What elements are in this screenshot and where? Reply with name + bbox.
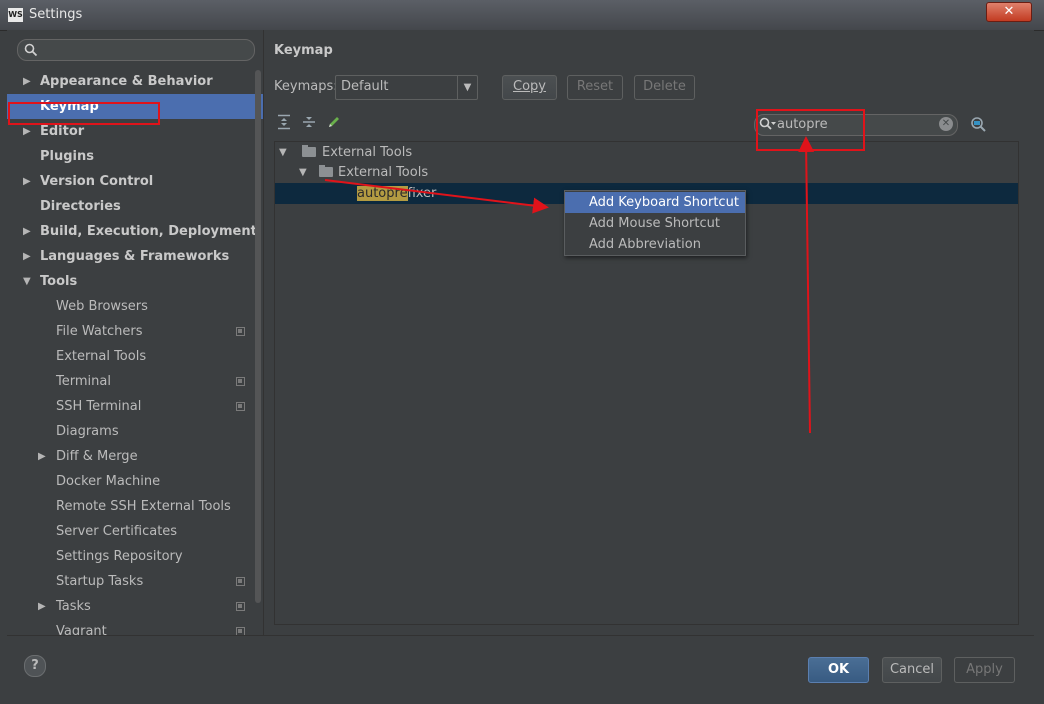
keymaps-label: Keymaps: xyxy=(274,79,338,94)
keymap-search-value: autopre xyxy=(777,117,828,132)
keymap-panel: Keymap Keymaps: Default ▼ Copy Reset Del… xyxy=(264,30,1034,635)
project-settings-icon xyxy=(236,377,245,386)
collapse-arrow-icon[interactable]: ▼ xyxy=(299,162,307,183)
tree-subgroup-external-tools[interactable]: ▼ External Tools xyxy=(299,162,599,183)
cancel-button[interactable]: Cancel xyxy=(882,657,942,683)
sidebar-item-tasks[interactable]: ▶ Tasks xyxy=(7,594,263,619)
expand-all-icon[interactable] xyxy=(276,114,292,130)
copy-button[interactable]: Copy xyxy=(502,75,557,100)
folder-icon xyxy=(302,145,316,157)
folder-icon xyxy=(319,165,333,177)
ok-button[interactable]: OK xyxy=(808,657,869,683)
chevron-down-icon[interactable]: ▼ xyxy=(457,76,477,99)
sidebar-item-appearance-behavior[interactable]: ▶ Appearance & Behavior xyxy=(7,69,263,94)
sidebar-item-build-execution-deployment[interactable]: ▶ Build, Execution, Deployment xyxy=(7,219,263,244)
project-settings-icon xyxy=(236,402,245,411)
keymap-select[interactable]: Default ▼ xyxy=(335,75,478,100)
settings-sidebar: ▶ Appearance & Behavior Keymap ▶ Editor … xyxy=(7,30,263,635)
webstorm-app-icon: WS xyxy=(8,8,23,22)
expand-arrow-icon[interactable]: ▶ xyxy=(23,219,31,244)
find-by-shortcut-icon[interactable] xyxy=(970,116,988,134)
sidebar-item-version-control[interactable]: ▶ Version Control xyxy=(7,169,263,194)
apply-button[interactable]: Apply xyxy=(954,657,1015,683)
search-options-icon[interactable] xyxy=(759,117,777,131)
context-menu: Add Keyboard Shortcut Add Mouse Shortcut… xyxy=(564,190,746,256)
tree-action-autoprefixer[interactable]: autoprefixer xyxy=(357,183,557,204)
settings-search-input[interactable] xyxy=(17,39,255,61)
help-button[interactable]: ? xyxy=(24,655,46,677)
title-bar: WS Settings ✕ xyxy=(0,0,1044,31)
window-close-button[interactable]: ✕ xyxy=(986,2,1032,22)
sidebar-item-vagrant[interactable]: Vagrant xyxy=(7,619,263,635)
footer-divider xyxy=(7,635,1034,636)
sidebar-item-diagrams[interactable]: Diagrams xyxy=(7,419,263,444)
window-title: Settings xyxy=(29,7,83,22)
sidebar-item-server-certificates[interactable]: Server Certificates xyxy=(7,519,263,544)
menu-item-add-keyboard-shortcut[interactable]: Add Keyboard Shortcut xyxy=(565,192,745,213)
sidebar-item-directories[interactable]: Directories xyxy=(7,194,263,219)
clear-search-icon[interactable]: ✕ xyxy=(939,117,953,131)
sidebar-item-remote-ssh-external-tools[interactable]: Remote SSH External Tools xyxy=(7,494,263,519)
expand-arrow-icon[interactable]: ▶ xyxy=(23,119,31,144)
expand-arrow-icon[interactable]: ▶ xyxy=(38,444,46,469)
sidebar-scrollbar[interactable] xyxy=(255,70,261,603)
project-settings-icon xyxy=(236,327,245,336)
expand-arrow-icon[interactable]: ▶ xyxy=(23,169,31,194)
reset-button[interactable]: Reset xyxy=(567,75,623,100)
sidebar-item-editor[interactable]: ▶ Editor xyxy=(7,119,263,144)
menu-item-add-mouse-shortcut[interactable]: Add Mouse Shortcut xyxy=(565,213,745,234)
project-settings-icon xyxy=(236,627,245,635)
expand-arrow-icon[interactable]: ▶ xyxy=(23,244,31,269)
project-settings-icon xyxy=(236,602,245,611)
sidebar-item-plugins[interactable]: Plugins xyxy=(7,144,263,169)
tree-group-external-tools[interactable]: ▼ External Tools xyxy=(279,142,579,163)
keymap-select-value: Default xyxy=(341,79,389,94)
collapse-all-icon[interactable] xyxy=(301,114,317,130)
search-match-highlight: autopre xyxy=(357,186,408,201)
page-title: Keymap xyxy=(274,43,333,58)
sidebar-item-languages-frameworks[interactable]: ▶ Languages & Frameworks xyxy=(7,244,263,269)
sidebar-item-terminal[interactable]: Terminal xyxy=(7,369,263,394)
keymap-search-input[interactable]: autopre ✕ xyxy=(754,114,958,136)
sidebar-item-tools[interactable]: ▼ Tools xyxy=(7,269,263,294)
menu-item-add-abbreviation[interactable]: Add Abbreviation xyxy=(565,234,745,255)
collapse-arrow-icon[interactable]: ▼ xyxy=(279,142,287,163)
sidebar-item-ssh-terminal[interactable]: SSH Terminal xyxy=(7,394,263,419)
sidebar-item-startup-tasks[interactable]: Startup Tasks xyxy=(7,569,263,594)
sidebar-item-keymap[interactable]: Keymap xyxy=(7,94,263,119)
sidebar-item-external-tools[interactable]: External Tools xyxy=(7,344,263,369)
sidebar-item-settings-repository[interactable]: Settings Repository xyxy=(7,544,263,569)
settings-dialog: ▶ Appearance & Behavior Keymap ▶ Editor … xyxy=(7,30,1034,696)
sidebar-item-web-browsers[interactable]: Web Browsers xyxy=(7,294,263,319)
sidebar-item-docker-machine[interactable]: Docker Machine xyxy=(7,469,263,494)
sidebar-item-file-watchers[interactable]: File Watchers xyxy=(7,319,263,344)
delete-button[interactable]: Delete xyxy=(634,75,695,100)
keymap-controls-row: Keymaps: Default ▼ Copy Reset Delete xyxy=(274,75,1014,100)
expand-arrow-icon[interactable]: ▶ xyxy=(38,594,46,619)
search-icon xyxy=(24,43,38,57)
collapse-arrow-icon[interactable]: ▼ xyxy=(23,269,31,294)
project-settings-icon xyxy=(236,577,245,586)
edit-pencil-icon[interactable] xyxy=(326,114,342,130)
expand-arrow-icon[interactable]: ▶ xyxy=(23,69,31,94)
sidebar-item-diff-merge[interactable]: ▶ Diff & Merge xyxy=(7,444,263,469)
